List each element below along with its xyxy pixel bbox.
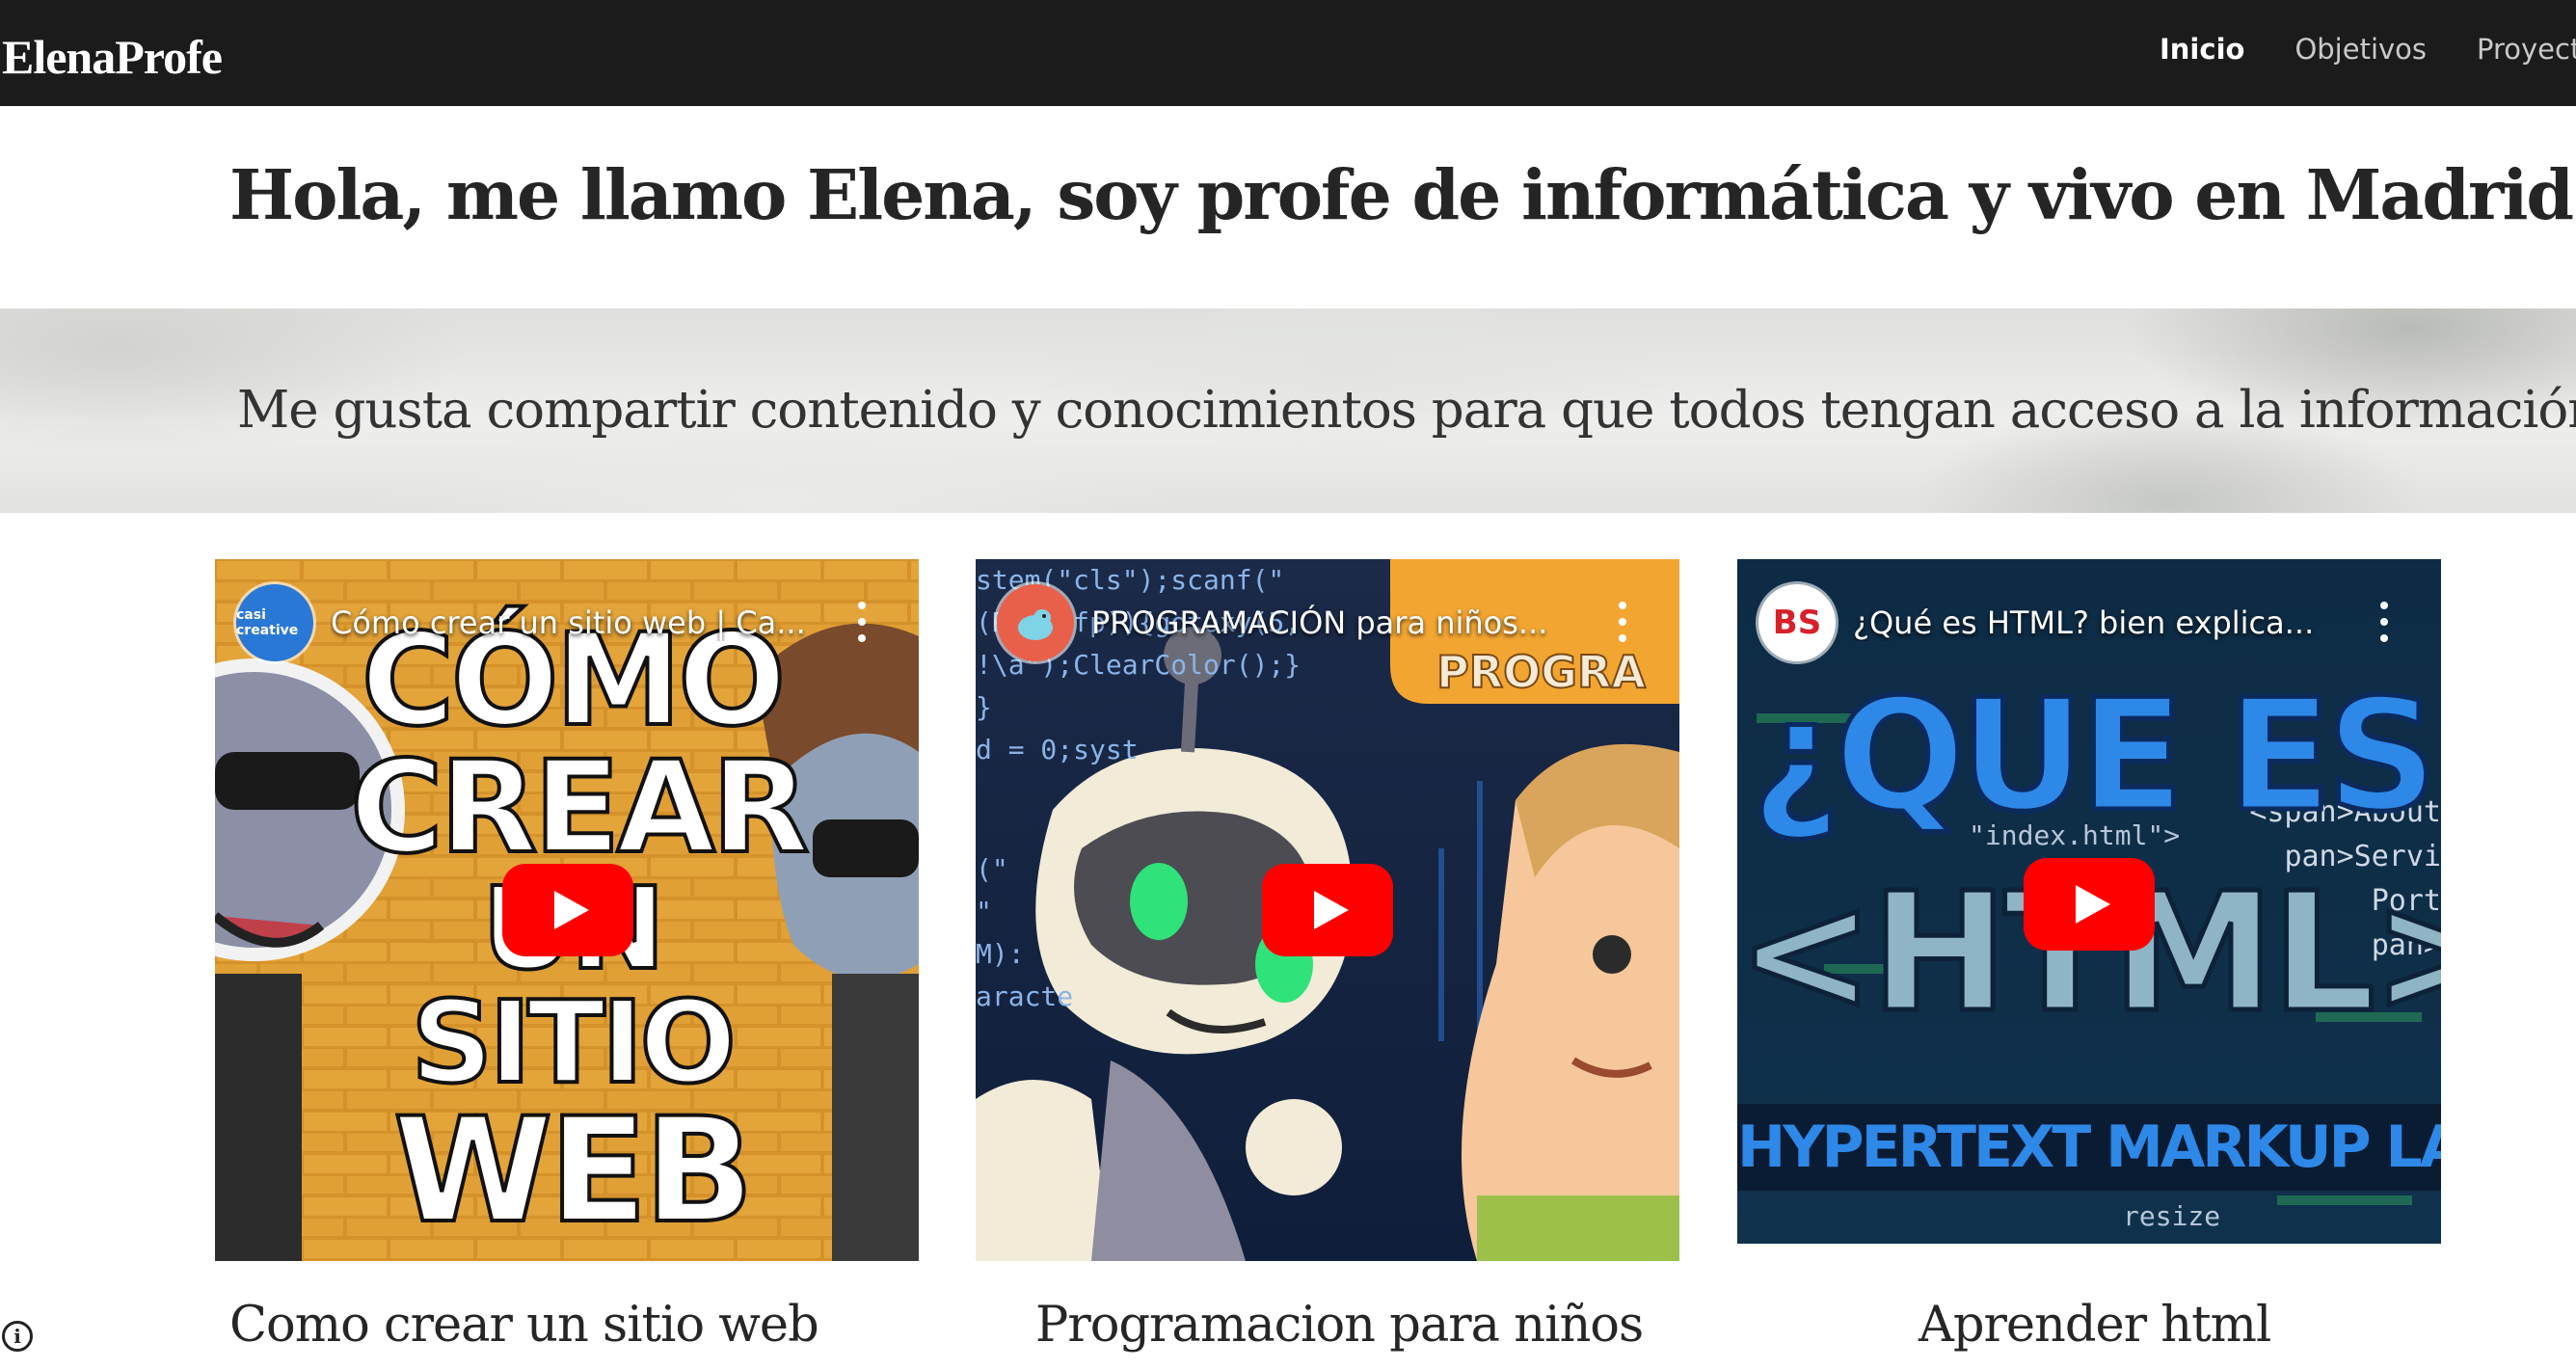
brand-logo[interactable]: ElenaProfe xyxy=(2,29,223,85)
thumb-text-3a: ¿QUE ES? xyxy=(1749,663,2442,848)
top-navbar: ElenaProfe Inicio Objetivos Proyecto xyxy=(0,0,2576,106)
nav-item-proyecto[interactable]: Proyecto xyxy=(2477,33,2576,66)
nav-item-inicio[interactable]: Inicio xyxy=(2160,33,2244,66)
channel-avatar[interactable] xyxy=(997,584,1074,661)
banner-text: Me gusta compartir contenido y conocimie… xyxy=(237,381,2576,440)
video-embed-2[interactable]: stem("cls");scanf(" (R),1,fp)){gotoxy(5,… xyxy=(976,559,1679,1261)
intro-heading: Hola, me llamo Elena, soy profe de infor… xyxy=(229,154,2576,235)
video-caption-2: Programacion para niños xyxy=(1035,1297,1644,1354)
info-icon[interactable]: i xyxy=(2,1321,33,1352)
play-icon[interactable] xyxy=(2024,858,2155,951)
nav-item-objetivos[interactable]: Objetivos xyxy=(2294,33,2427,66)
more-vert-icon[interactable] xyxy=(1618,602,1627,642)
video-header-2: PROGRAMACIÓN para niños... xyxy=(997,584,1672,661)
video-title-3[interactable]: ¿Qué es HTML? bien explica... xyxy=(1853,604,2335,641)
video-caption-3: Aprender html xyxy=(1919,1297,2271,1354)
video-title-2[interactable]: PROGRAMACIÓN para niños... xyxy=(1091,604,1573,641)
code-resize-3: resize xyxy=(2123,1200,2221,1232)
channel-avatar[interactable]: casi creative xyxy=(236,584,313,661)
thumb-text-3c: HYPERTEXT MARKUP LANGUAGE xyxy=(1737,1114,2441,1181)
video-header-1: casi creative Cómo crear un sitio web | … xyxy=(236,584,911,661)
more-vert-icon[interactable] xyxy=(857,602,867,642)
play-icon[interactable] xyxy=(502,864,633,956)
play-icon[interactable] xyxy=(1262,864,1393,956)
channel-avatar[interactable]: BS xyxy=(1758,584,1836,661)
video-embed-1[interactable]: CÓMO CREAR UN SITIO WEB casi creative Có… xyxy=(215,559,919,1261)
bird-icon xyxy=(1018,609,1053,640)
more-vert-icon[interactable] xyxy=(2379,602,2389,642)
video-title-1[interactable]: Cómo crear un sitio web | Ca... xyxy=(331,604,813,641)
video-embed-3[interactable]: <span>About pan>Servi Port pan> "index.h… xyxy=(1737,559,2441,1244)
video-header-3: BS ¿Qué es HTML? bien explica... xyxy=(1758,584,2433,661)
main-nav: Inicio Objetivos Proyecto xyxy=(2160,33,2576,66)
video-caption-1: Como crear un sitio web xyxy=(229,1297,819,1354)
